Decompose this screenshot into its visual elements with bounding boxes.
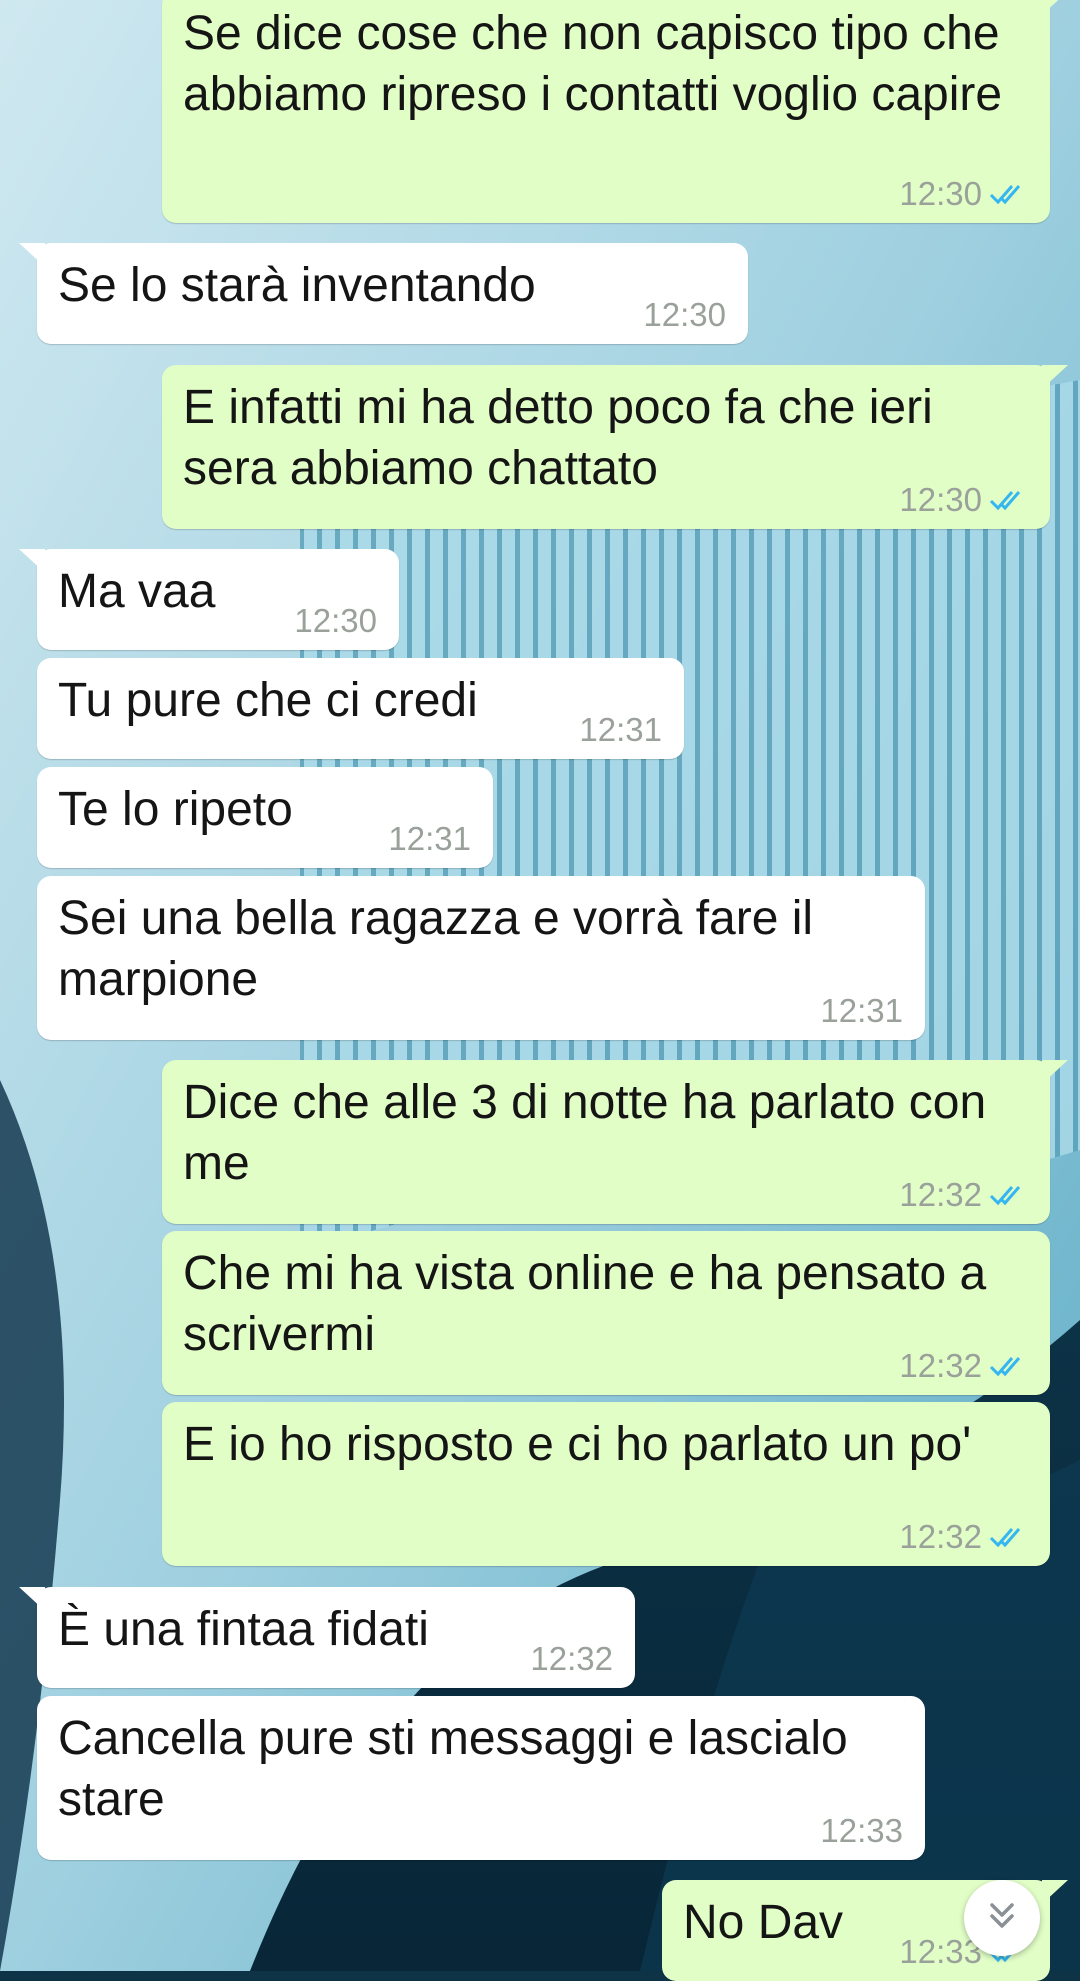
message-meta: 12:31	[388, 819, 471, 859]
message-text: E io ho risposto e ci ho parlato un po'	[183, 1418, 972, 1471]
message-bubble-outgoing[interactable]: Che mi ha vista online e ha pensato a sc…	[162, 1231, 1050, 1395]
message-text: Se dice cose che non capisco tipo che ab…	[183, 7, 1013, 121]
message-bubble-incoming[interactable]: Ma vaa 12:30	[19, 549, 399, 650]
message-time: 12:30	[899, 481, 982, 518]
message-bubble-outgoing[interactable]: Se dice cose che non capisco tipo che ab…	[162, 0, 1059, 223]
message-meta: 12:32	[530, 1639, 613, 1679]
message-text: Sei una bella ragazza e vorrà fare il ma…	[58, 892, 827, 1006]
message-time: 12:31	[388, 820, 471, 857]
message-bubble-incoming[interactable]: Se lo starà inventando 12:30	[19, 243, 748, 344]
message-time: 12:33	[820, 1812, 903, 1849]
bubble-tail	[1042, 0, 1059, 15]
message-meta: 12:30	[899, 480, 1028, 520]
message-list[interactable]: Se dice cose che non capisco tipo che ab…	[0, 0, 1080, 1981]
message-bubble-outgoing[interactable]: Dice che alle 3 di notte ha parlato con …	[162, 1060, 1068, 1224]
message-time: 12:32	[899, 1176, 982, 1213]
message-text: Tu pure che ci credi	[58, 674, 478, 727]
double-check-icon	[988, 181, 1028, 207]
double-check-icon	[988, 1353, 1028, 1379]
double-check-icon	[988, 1524, 1028, 1550]
message-text: Cancella pure sti messaggi e lascialo st…	[58, 1712, 862, 1826]
message-bubble-incoming[interactable]: È una fintaa fidati 12:32	[19, 1587, 635, 1688]
message-bubble-outgoing[interactable]: E infatti mi ha detto poco fa che ieri s…	[162, 365, 1068, 529]
message-time: 12:31	[579, 711, 662, 748]
message-time: 12:30	[294, 602, 377, 639]
bubble-tail	[1042, 365, 1068, 389]
message-bubble-incoming[interactable]: Sei una bella ragazza e vorrà fare il ma…	[37, 876, 925, 1040]
double-check-icon	[988, 487, 1028, 513]
message-bubble-incoming[interactable]: Te lo ripeto 12:31	[37, 767, 493, 868]
message-meta: 12:30	[899, 174, 1028, 214]
message-bubble-outgoing[interactable]: E io ho risposto e ci ho parlato un po' …	[162, 1402, 1050, 1566]
message-meta: 12:31	[579, 710, 662, 750]
message-time: 12:30	[643, 296, 726, 333]
message-time: 12:32	[899, 1518, 982, 1555]
scroll-to-bottom-button[interactable]	[964, 1880, 1040, 1956]
chevron-double-down-icon	[985, 1899, 1019, 1938]
message-time: 12:31	[820, 992, 903, 1029]
message-meta: 12:33	[820, 1811, 903, 1851]
bubble-tail	[19, 243, 45, 267]
message-bubble-incoming[interactable]: Cancella pure sti messaggi e lascialo st…	[37, 1696, 925, 1860]
message-meta: 12:32	[899, 1346, 1028, 1386]
bubble-tail	[19, 1587, 45, 1611]
bubble-tail	[1042, 1880, 1068, 1904]
bubble-tail	[19, 549, 45, 573]
message-meta: 12:30	[294, 601, 377, 641]
message-time: 12:30	[899, 175, 982, 212]
message-time: 12:32	[899, 1347, 982, 1384]
message-meta: 12:31	[820, 991, 903, 1031]
message-bubble-incoming[interactable]: Tu pure che ci credi 12:31	[37, 658, 684, 759]
message-meta: 12:32	[899, 1517, 1028, 1557]
double-check-icon	[988, 1182, 1028, 1208]
message-meta: 12:30	[643, 295, 726, 335]
message-text: Se lo starà inventando	[58, 259, 536, 312]
message-meta: 12:32	[899, 1175, 1028, 1215]
bubble-tail	[1042, 1060, 1068, 1084]
message-time: 12:32	[530, 1640, 613, 1677]
